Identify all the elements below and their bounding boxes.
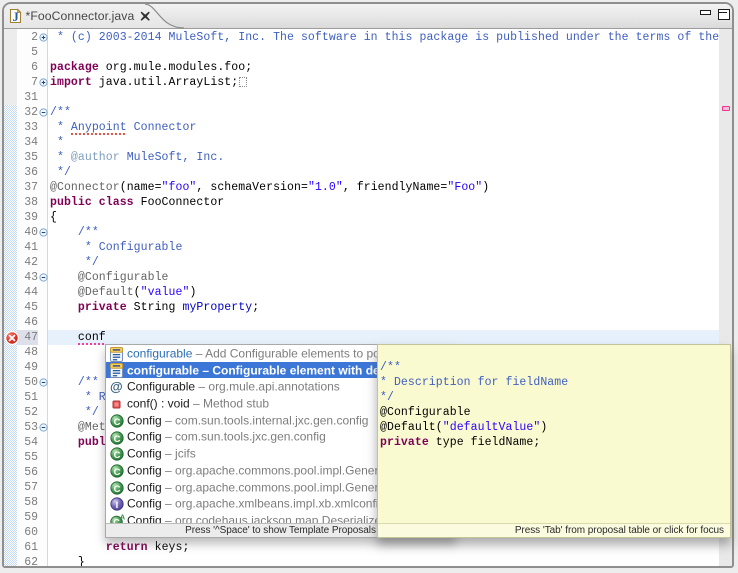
svg-text:A: A	[120, 514, 125, 521]
svg-text:I: I	[116, 500, 119, 511]
svg-text:C: C	[114, 450, 121, 461]
svg-text:C: C	[114, 467, 121, 478]
svg-text:C: C	[114, 484, 121, 495]
svg-text:C: C	[114, 417, 121, 428]
svg-text:C: C	[114, 434, 121, 445]
svg-text:J: J	[12, 10, 18, 24]
